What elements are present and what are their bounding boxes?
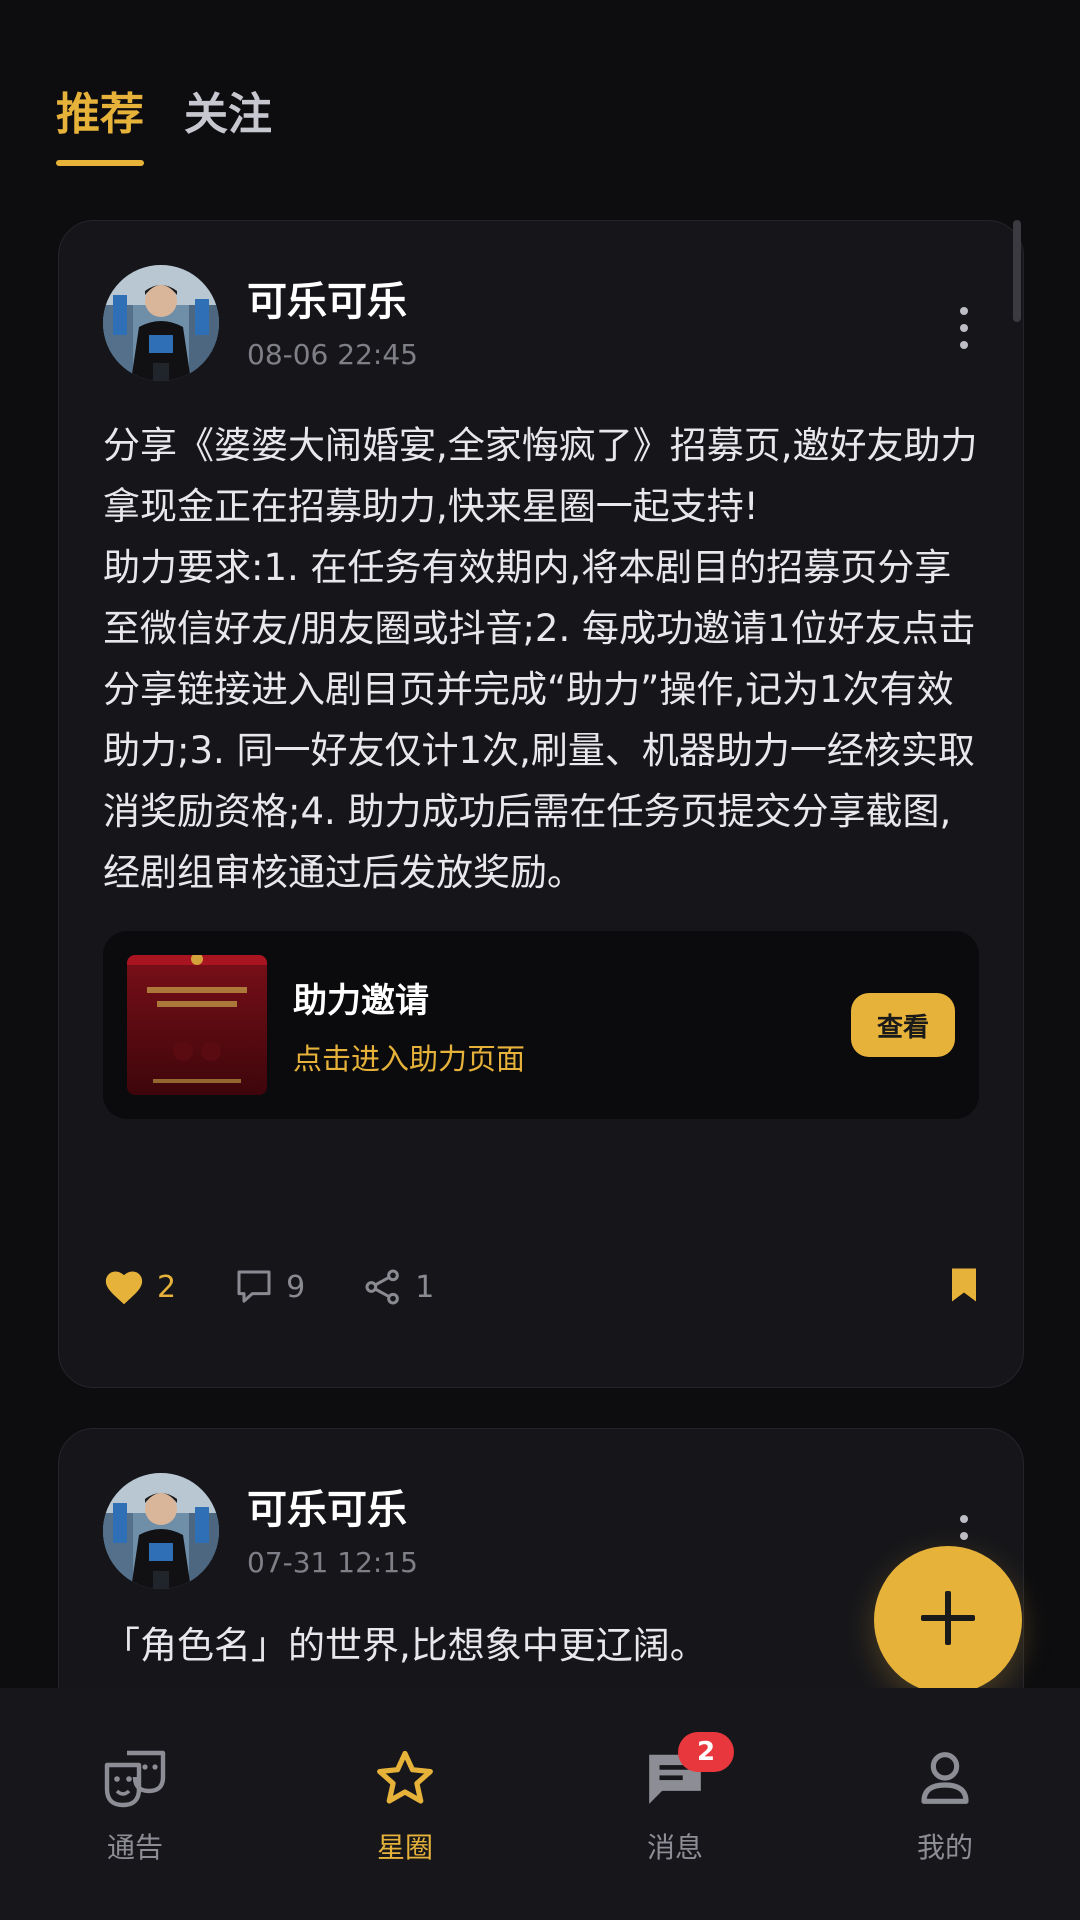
theater-masks-icon: [100, 1746, 170, 1810]
share-icon: [363, 1268, 403, 1306]
invite-subtitle: 点击进入助力页面: [293, 1041, 526, 1076]
post-feed[interactable]: 可乐可乐 08-06 22:45 分享《婆婆大闹婚宴,全家悔疯了》招募页,邀好友…: [58, 220, 1024, 1690]
comment-icon: [234, 1268, 274, 1306]
author-name[interactable]: 可乐可乐: [247, 1484, 418, 1536]
invite-title: 助力邀请: [293, 980, 429, 1021]
nav-item-profile[interactable]: 我的: [810, 1688, 1080, 1920]
plus-icon: [919, 1589, 977, 1651]
invite-thumbnail: [127, 955, 267, 1095]
post-text-content: 「角色名」的世界,比想象中更辽阔。: [103, 1624, 707, 1667]
person-icon: [910, 1746, 980, 1810]
top-tabs: 推荐 关注: [56, 78, 272, 166]
author-meta: 可乐可乐 07-31 12:15: [247, 1484, 418, 1579]
share-count: 1: [415, 1269, 435, 1305]
post-text-content: 分享《婆婆大闹婚宴,全家悔疯了》招募页,邀好友助力拿现金正在招募助力,快来星圈一…: [103, 424, 978, 894]
post-text: 分享《婆婆大闹婚宴,全家悔疯了》招募页,邀好友助力拿现金正在招募助力,快来星圈一…: [103, 415, 979, 903]
post-text: 「角色名」的世界,比想象中更辽阔。: [103, 1615, 979, 1676]
author-meta: 可乐可乐 08-06 22:45: [247, 276, 418, 371]
message-icon: 2: [640, 1732, 734, 1810]
tab-recommend[interactable]: 推荐: [56, 78, 144, 166]
bottom-nav: 通告 星圈 2 消息 我的: [0, 1688, 1080, 1920]
invite-card[interactable]: 助力邀请 点击进入助力页面 查看: [103, 931, 979, 1119]
create-post-button[interactable]: [874, 1546, 1022, 1694]
like-count: 2: [157, 1269, 177, 1305]
avatar[interactable]: [103, 1473, 219, 1589]
nav-label: 星圈: [376, 1831, 433, 1864]
bookmark-icon[interactable]: [949, 1267, 979, 1307]
comment-count: 9: [286, 1269, 306, 1305]
app-screen: 推荐 关注 可乐可乐 08-06 22:45 分享《婆婆大闹婚宴,全家悔疯了》招…: [0, 0, 1080, 1920]
avatar[interactable]: [103, 265, 219, 381]
invite-text: 助力邀请 点击进入助力页面: [293, 973, 851, 1078]
view-button[interactable]: 查看: [851, 993, 955, 1057]
post-time: 07-31 12:15: [247, 1545, 418, 1579]
tab-following[interactable]: 关注: [184, 78, 272, 166]
more-options-icon[interactable]: [949, 303, 979, 353]
like-button[interactable]: 2: [103, 1268, 176, 1306]
post-card: 可乐可乐 08-06 22:45 分享《婆婆大闹婚宴,全家悔疯了》招募页,邀好友…: [58, 220, 1024, 1388]
author-name[interactable]: 可乐可乐: [247, 276, 418, 328]
scrollbar[interactable]: [1013, 220, 1021, 322]
nav-label: 通告: [106, 1831, 163, 1864]
post-header: 可乐可乐 07-31 12:15: [103, 1473, 979, 1589]
post-card: 可乐可乐 07-31 12:15 「角色名」的世界,比想象中更辽阔。: [58, 1428, 1024, 1690]
unread-badge: 2: [678, 1732, 734, 1772]
heart-icon: [103, 1268, 145, 1306]
comment-button[interactable]: 9: [234, 1268, 305, 1306]
nav-label: 我的: [916, 1831, 973, 1864]
share-button[interactable]: 1: [363, 1268, 434, 1306]
post-actions: 2 9 1: [103, 1259, 979, 1315]
post-time: 08-06 22:45: [247, 337, 418, 371]
nav-item-announcements[interactable]: 通告: [0, 1688, 270, 1920]
nav-label: 消息: [646, 1831, 703, 1864]
nav-item-messages[interactable]: 2 消息: [540, 1688, 810, 1920]
nav-item-star-circle[interactable]: 星圈: [270, 1688, 540, 1920]
star-icon: [370, 1746, 440, 1810]
post-header: 可乐可乐 08-06 22:45: [103, 265, 979, 381]
